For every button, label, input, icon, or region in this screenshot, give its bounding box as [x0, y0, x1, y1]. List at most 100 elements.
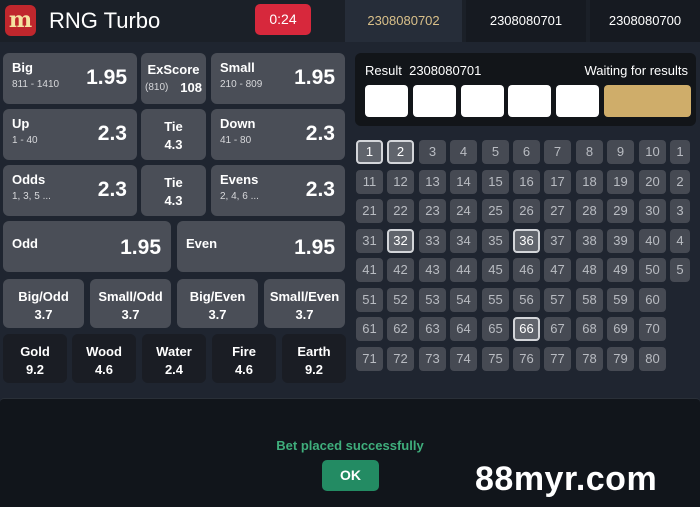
tab-draw-2308080702[interactable]: 2308080702: [345, 0, 462, 42]
number-cell[interactable]: 56: [513, 288, 540, 312]
number-cell[interactable]: 11: [356, 170, 383, 194]
number-cell[interactable]: 14: [450, 170, 477, 194]
bet-tie-oddeven-button[interactable]: Tie 4.3: [141, 165, 206, 216]
number-cell[interactable]: 24: [450, 199, 477, 223]
number-cell[interactable]: 54: [450, 288, 477, 312]
number-cell[interactable]: 72: [387, 347, 414, 371]
number-cell[interactable]: 67: [544, 317, 571, 341]
number-cell[interactable]: 16: [513, 170, 540, 194]
bet-odd-button[interactable]: Odd 1.95: [3, 221, 171, 272]
number-cell[interactable]: 61: [356, 317, 383, 341]
number-cell[interactable]: 5: [482, 140, 509, 164]
number-cell[interactable]: 73: [419, 347, 446, 371]
number-cell[interactable]: 53: [419, 288, 446, 312]
number-cell[interactable]: 70: [639, 317, 666, 341]
number-cell[interactable]: 25: [482, 199, 509, 223]
number-cell[interactable]: 39: [607, 229, 634, 253]
number-cell[interactable]: 15: [482, 170, 509, 194]
number-cell[interactable]: 8: [576, 140, 603, 164]
number-cell[interactable]: 23: [419, 199, 446, 223]
bet-exscore-button[interactable]: ExScore (810) 108: [141, 53, 206, 104]
number-cell[interactable]: 71: [356, 347, 383, 371]
number-cell[interactable]: 17: [544, 170, 571, 194]
number-cell[interactable]: 21: [356, 199, 383, 223]
number-cell[interactable]: 79: [607, 347, 634, 371]
number-cell[interactable]: 55: [482, 288, 509, 312]
bet-small-even-button[interactable]: Small/Even 3.7: [264, 279, 345, 328]
number-cell-next-page[interactable]: 5: [670, 258, 690, 282]
number-cell[interactable]: 41: [356, 258, 383, 282]
bet-small-odd-button[interactable]: Small/Odd 3.7: [90, 279, 171, 328]
bet-even-button[interactable]: Even 1.95: [177, 221, 345, 272]
number-cell[interactable]: 12: [387, 170, 414, 194]
number-cell-next-page[interactable]: 1: [670, 140, 690, 164]
number-cell[interactable]: 51: [356, 288, 383, 312]
number-cell[interactable]: 4: [450, 140, 477, 164]
number-cell[interactable]: 33: [419, 229, 446, 253]
number-cell[interactable]: 76: [513, 347, 540, 371]
bet-wood-button[interactable]: Wood 4.6: [72, 334, 136, 383]
number-cell[interactable]: 31: [356, 229, 383, 253]
number-cell[interactable]: 80: [639, 347, 666, 371]
number-cell[interactable]: 49: [607, 258, 634, 282]
number-cell[interactable]: 69: [607, 317, 634, 341]
number-cell[interactable]: 6: [513, 140, 540, 164]
number-cell[interactable]: 30: [639, 199, 666, 223]
number-cell[interactable]: 19: [607, 170, 634, 194]
number-cell[interactable]: 3: [419, 140, 446, 164]
number-cell-next-page[interactable]: 2: [670, 170, 690, 194]
number-cell[interactable]: 40: [639, 229, 666, 253]
bet-earth-button[interactable]: Earth 9.2: [282, 334, 346, 383]
bet-big-odd-button[interactable]: Big/Odd 3.7: [3, 279, 84, 328]
number-cell[interactable]: 27: [544, 199, 571, 223]
number-cell[interactable]: 63: [419, 317, 446, 341]
number-cell[interactable]: 26: [513, 199, 540, 223]
number-cell[interactable]: 10: [639, 140, 666, 164]
number-cell[interactable]: 74: [450, 347, 477, 371]
number-cell[interactable]: 52: [387, 288, 414, 312]
number-cell[interactable]: 1: [356, 140, 383, 164]
number-cell[interactable]: 68: [576, 317, 603, 341]
number-cell[interactable]: 29: [607, 199, 634, 223]
number-cell[interactable]: 37: [544, 229, 571, 253]
number-cell[interactable]: 50: [639, 258, 666, 282]
number-cell[interactable]: 20: [639, 170, 666, 194]
bet-gold-button[interactable]: Gold 9.2: [3, 334, 67, 383]
number-cell[interactable]: 65: [482, 317, 509, 341]
number-cell-next-page[interactable]: 4: [670, 229, 690, 253]
bet-water-button[interactable]: Water 2.4: [142, 334, 206, 383]
number-cell[interactable]: 77: [544, 347, 571, 371]
bet-evens-button[interactable]: Evens 2, 4, 6 ... 2.3: [211, 165, 345, 216]
tab-draw-2308080700[interactable]: 2308080700: [590, 0, 700, 42]
number-cell[interactable]: 58: [576, 288, 603, 312]
number-cell[interactable]: 57: [544, 288, 571, 312]
bet-odds-button[interactable]: Odds 1, 3, 5 ... 2.3: [3, 165, 137, 216]
number-cell[interactable]: 45: [482, 258, 509, 282]
number-cell[interactable]: 78: [576, 347, 603, 371]
number-cell[interactable]: 18: [576, 170, 603, 194]
number-cell[interactable]: 75: [482, 347, 509, 371]
number-cell[interactable]: 9: [607, 140, 634, 164]
bet-down-button[interactable]: Down 41 - 80 2.3: [211, 109, 345, 160]
number-cell[interactable]: 28: [576, 199, 603, 223]
number-cell-next-page[interactable]: 3: [670, 199, 690, 223]
number-cell[interactable]: 60: [639, 288, 666, 312]
number-cell[interactable]: 13: [419, 170, 446, 194]
number-cell[interactable]: 64: [450, 317, 477, 341]
number-cell[interactable]: 36: [513, 229, 540, 253]
number-cell[interactable]: 38: [576, 229, 603, 253]
bet-big-even-button[interactable]: Big/Even 3.7: [177, 279, 258, 328]
number-cell[interactable]: 43: [419, 258, 446, 282]
bet-tie-updown-button[interactable]: Tie 4.3: [141, 109, 206, 160]
bet-big-button[interactable]: Big 811 - 1410 1.95: [3, 53, 137, 104]
number-cell[interactable]: 22: [387, 199, 414, 223]
number-cell[interactable]: 47: [544, 258, 571, 282]
number-cell[interactable]: 62: [387, 317, 414, 341]
tab-draw-2308080701[interactable]: 2308080701: [466, 0, 586, 42]
bet-small-button[interactable]: Small 210 - 809 1.95: [211, 53, 345, 104]
number-cell[interactable]: 34: [450, 229, 477, 253]
number-cell[interactable]: 35: [482, 229, 509, 253]
number-cell[interactable]: 66: [513, 317, 540, 341]
bet-up-button[interactable]: Up 1 - 40 2.3: [3, 109, 137, 160]
number-cell[interactable]: 2: [387, 140, 414, 164]
